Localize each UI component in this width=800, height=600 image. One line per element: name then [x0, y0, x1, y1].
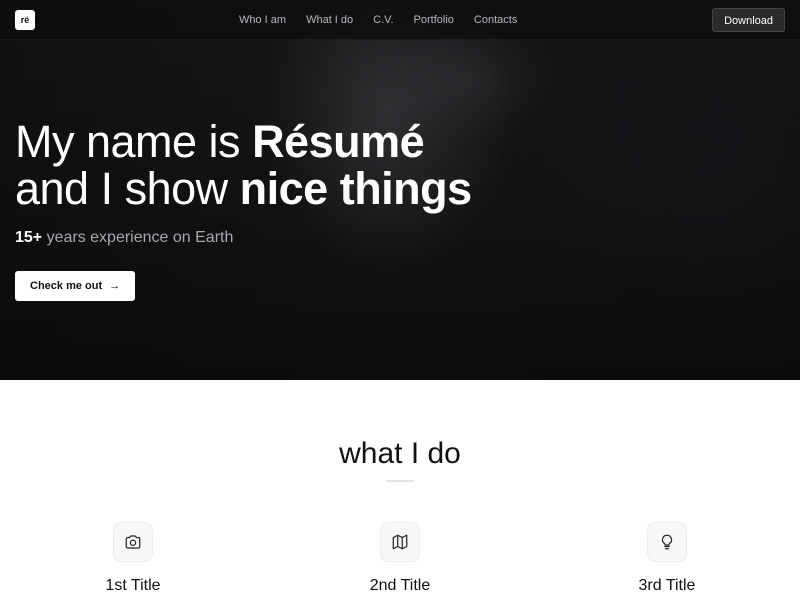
- top-navigation: ré Who I am What I do C.V. Portfolio Con…: [0, 0, 800, 40]
- hero-subtitle: 15+ years experience on Earth: [15, 229, 472, 247]
- check-me-out-button[interactable]: Check me out →: [15, 271, 136, 301]
- headline-line1-bold: Résumé: [252, 116, 425, 167]
- camera-icon: [113, 522, 153, 562]
- experience-count: 15+: [15, 229, 43, 246]
- experience-text: years experience on Earth: [42, 229, 234, 246]
- cta-label: Check me out: [30, 280, 103, 292]
- section-title: what I do: [339, 437, 461, 470]
- download-button[interactable]: Download: [712, 8, 785, 32]
- headline-line1-prefix: My name is: [15, 116, 253, 167]
- nav-link-cv[interactable]: C.V.: [373, 14, 393, 26]
- feature-title-3: 3rd Title: [638, 577, 696, 594]
- nav-link-contacts[interactable]: Contacts: [474, 14, 517, 26]
- headline-line2-bold: nice things: [239, 163, 473, 214]
- lightbulb-icon: [647, 522, 687, 562]
- feature-card-2: 2nd Title: [310, 522, 490, 595]
- nav-links: Who I am What I do C.V. Portfolio Contac…: [239, 0, 537, 40]
- nav-link-portfolio[interactable]: Portfolio: [414, 14, 454, 26]
- feature-title-1: 1st Title: [105, 577, 161, 594]
- feature-card-1: 1st Title: [43, 522, 223, 595]
- nav-link-what-i-do[interactable]: What I do: [306, 14, 353, 26]
- arrow-right-icon: →: [109, 280, 121, 292]
- feature-card-3: 3rd Title: [577, 522, 757, 595]
- hero-headline: My name is Résumé and I show nice things: [15, 118, 472, 212]
- nav-link-who-i-am[interactable]: Who I am: [239, 14, 286, 26]
- hero-content: My name is Résumé and I show nice things…: [15, 118, 472, 301]
- logo[interactable]: ré: [15, 10, 35, 30]
- feature-title-2: 2nd Title: [369, 577, 431, 594]
- map-icon: [380, 522, 420, 562]
- section-divider: [386, 480, 414, 482]
- headline-line2-prefix: and I show: [15, 163, 240, 214]
